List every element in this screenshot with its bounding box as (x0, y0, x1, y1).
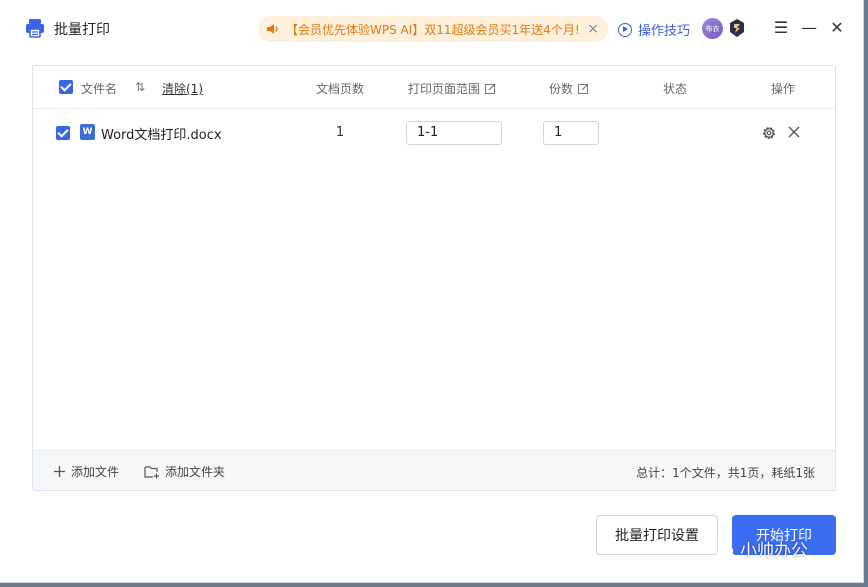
table-header: 文件名 ⇅ 清除(1) 文档页数 打印页面范围 份数 状态 操作 (33, 66, 835, 109)
remove-row-icon[interactable] (787, 125, 801, 139)
window-close-button[interactable]: ✕ (828, 19, 846, 37)
select-all-checkbox[interactable] (59, 80, 73, 94)
tips-label: 操作技巧 (638, 24, 691, 39)
promo-text[interactable]: 【会员优先体验WPS AI】双11超级会员买1年送4个月! (286, 21, 586, 38)
header-range-label: 打印页面范围 (408, 82, 481, 96)
add-file-label: 添加文件 (71, 465, 120, 479)
promo-banner[interactable]: 【会员优先体验WPS AI】双11超级会员买1年送4个月! × (258, 16, 608, 42)
edit-icon[interactable] (578, 83, 589, 94)
play-circle-icon (618, 22, 632, 37)
avatar[interactable]: 布衣 (702, 18, 723, 39)
header-range[interactable]: 打印页面范围 (408, 80, 496, 97)
header-actions: 操作 (771, 82, 796, 96)
file-table: 文件名 ⇅ 清除(1) 文档页数 打印页面范围 份数 状态 操作 W Word文… (32, 65, 836, 491)
edit-icon[interactable] (485, 83, 496, 94)
batch-print-settings-button[interactable]: 批量打印设置 (596, 515, 718, 555)
word-doc-icon: W (80, 124, 95, 140)
summary-text: 总计：1个文件，共1页，耗纸1张 (636, 466, 815, 480)
batch-print-window: 批量打印 【会员优先体验WPS AI】双11超级会员买1年送4个月! × 操作技… (0, 0, 864, 583)
menu-button[interactable]: ☰ (772, 19, 790, 37)
wechat-icon (712, 540, 734, 556)
minimize-button[interactable]: — (800, 19, 818, 37)
clear-link[interactable]: 清除(1) (162, 80, 203, 97)
app-title: 批量打印 (54, 22, 110, 38)
promo-close-button[interactable]: × (586, 21, 600, 37)
header-filename: 文件名 (81, 82, 118, 96)
header-copies-label: 份数 (549, 82, 574, 96)
add-folder-label: 添加文件夹 (165, 465, 226, 479)
table-footer: 添加文件 添加文件夹 总计：1个文件，共1页，耗纸1张 (33, 450, 835, 490)
page-count: 1 (335, 125, 345, 140)
speaker-icon (267, 24, 278, 34)
plus-icon (54, 466, 65, 477)
watermark-text: 小帅办公 (740, 541, 808, 561)
vip-badge-icon[interactable] (728, 18, 746, 38)
add-file-button[interactable]: 添加文件 (53, 463, 119, 480)
header-copies[interactable]: 份数 (549, 80, 589, 97)
file-name: Word文档打印.docx (101, 128, 222, 143)
header-pages: 文档页数 (316, 82, 365, 96)
table-row: W Word文档打印.docx 1 1-1 1 (33, 110, 835, 154)
printer-icon (26, 19, 44, 38)
tips-button[interactable]: 操作技巧 (618, 20, 690, 39)
title-bar: 批量打印 【会员优先体验WPS AI】双11超级会员买1年送4个月! × 操作技… (0, 0, 864, 58)
header-status: 状态 (663, 82, 688, 96)
watermark: 小帅办公 (712, 536, 808, 561)
copies-input[interactable]: 1 (543, 121, 599, 145)
gear-icon[interactable] (761, 125, 777, 141)
sort-icon[interactable]: ⇅ (135, 80, 147, 94)
add-folder-button[interactable]: 添加文件夹 (144, 463, 225, 480)
row-checkbox[interactable] (56, 126, 70, 140)
folder-plus-icon (144, 465, 159, 478)
print-range-input[interactable]: 1-1 (406, 121, 502, 145)
